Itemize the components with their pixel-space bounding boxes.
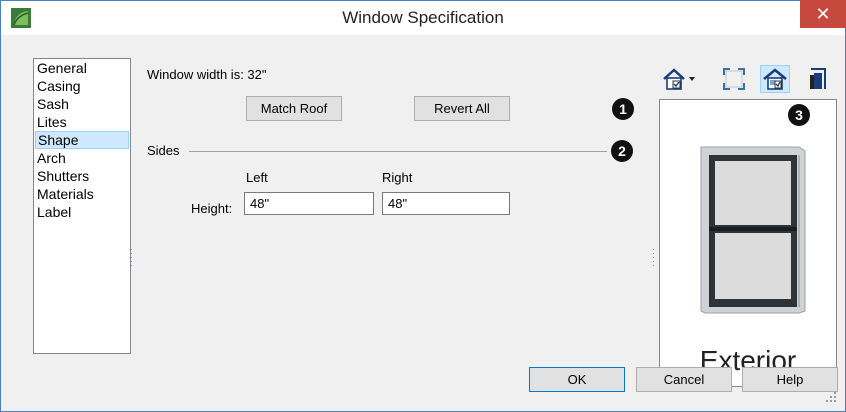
sidebar-item-shutters[interactable]: Shutters [34,167,130,185]
left-height-field[interactable] [244,192,374,215]
right-column-header: Right [382,170,413,185]
preview-pane: 3 Exterior [659,99,837,387]
sidebar-item-arch[interactable]: Arch [34,149,130,167]
exterior-view-icon [763,68,787,90]
sidebar-item-lites[interactable]: Lites [34,113,130,131]
sides-divider [189,151,607,152]
sidebar-item-sash[interactable]: Sash [34,95,130,113]
fill-window-button[interactable] [720,65,748,93]
sidebar-item-shape[interactable]: Shape [35,131,129,149]
view-options-icon [663,68,695,90]
interior-view-icon [810,68,826,89]
match-roof-button[interactable]: Match Roof [246,96,342,121]
dialog-body: General Casing Sash Lites Shape Arch Shu… [8,35,838,404]
height-label: Height: [191,201,233,216]
help-button[interactable]: Help [742,367,838,392]
callout-badge-2: 2 [611,140,633,162]
exterior-view-button[interactable] [760,65,790,93]
sidebar-item-general[interactable]: General [34,59,130,77]
fill-window-icon [723,68,745,90]
sides-group-title: Sides [147,143,180,158]
sidebar-item-materials[interactable]: Materials [34,185,130,203]
right-height-field[interactable] [382,192,510,215]
window-preview-image [700,146,806,314]
splitter-handle[interactable] [131,249,133,269]
resize-grip-icon[interactable] [826,392,836,402]
preview-splitter-handle[interactable] [653,249,655,269]
dialog-title: Window Specification [342,8,504,27]
ok-button[interactable]: OK [529,367,625,392]
close-button[interactable]: ✕ [800,0,846,28]
cancel-button[interactable]: Cancel [636,367,732,392]
callout-badge-1: 1 [612,98,634,120]
sidebar-item-casing[interactable]: Casing [34,77,130,95]
left-column-header: Left [246,170,268,185]
revert-all-button[interactable]: Revert All [414,96,510,121]
title-bar[interactable]: Window Specification ✕ [1,0,846,35]
callout-badge-3: 3 [788,104,810,126]
sidebar-item-label[interactable]: Label [34,203,130,221]
view-options-button[interactable] [660,65,700,93]
window-specification-dialog: Window Specification ✕ General Casing Sa… [0,0,846,412]
window-width-text: Window width is: 32" [147,67,267,82]
interior-view-button[interactable] [805,65,831,93]
close-icon: ✕ [815,4,831,24]
category-list[interactable]: General Casing Sash Lites Shape Arch Shu… [33,58,131,354]
